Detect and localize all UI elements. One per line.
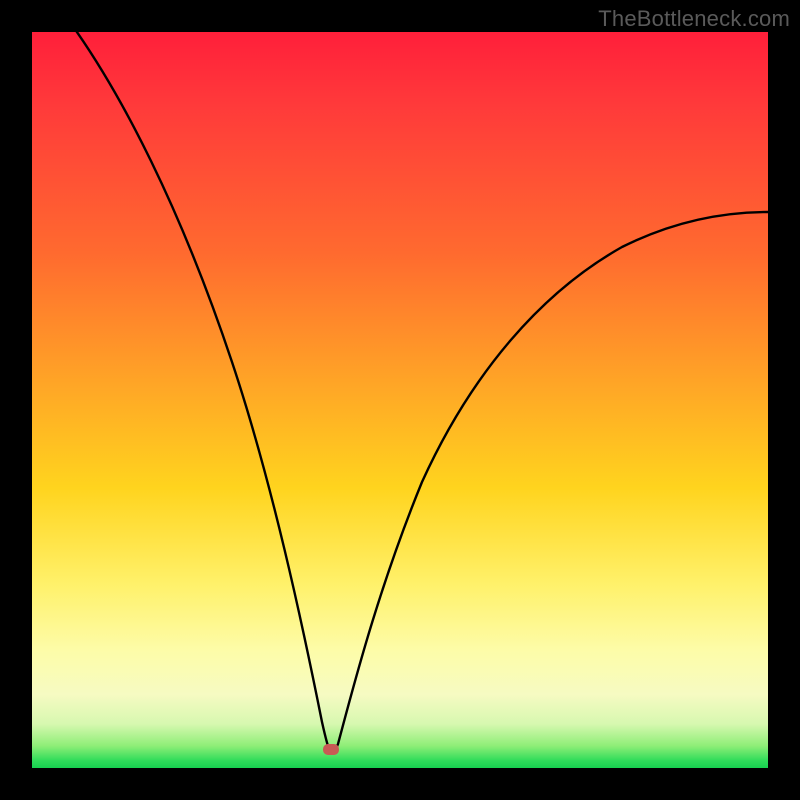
optimal-marker (323, 744, 339, 755)
watermark-text: TheBottleneck.com (598, 6, 790, 32)
curve-path (64, 32, 768, 752)
plot-area (32, 32, 768, 768)
bottleneck-curve (32, 32, 768, 768)
chart-frame: TheBottleneck.com (0, 0, 800, 800)
